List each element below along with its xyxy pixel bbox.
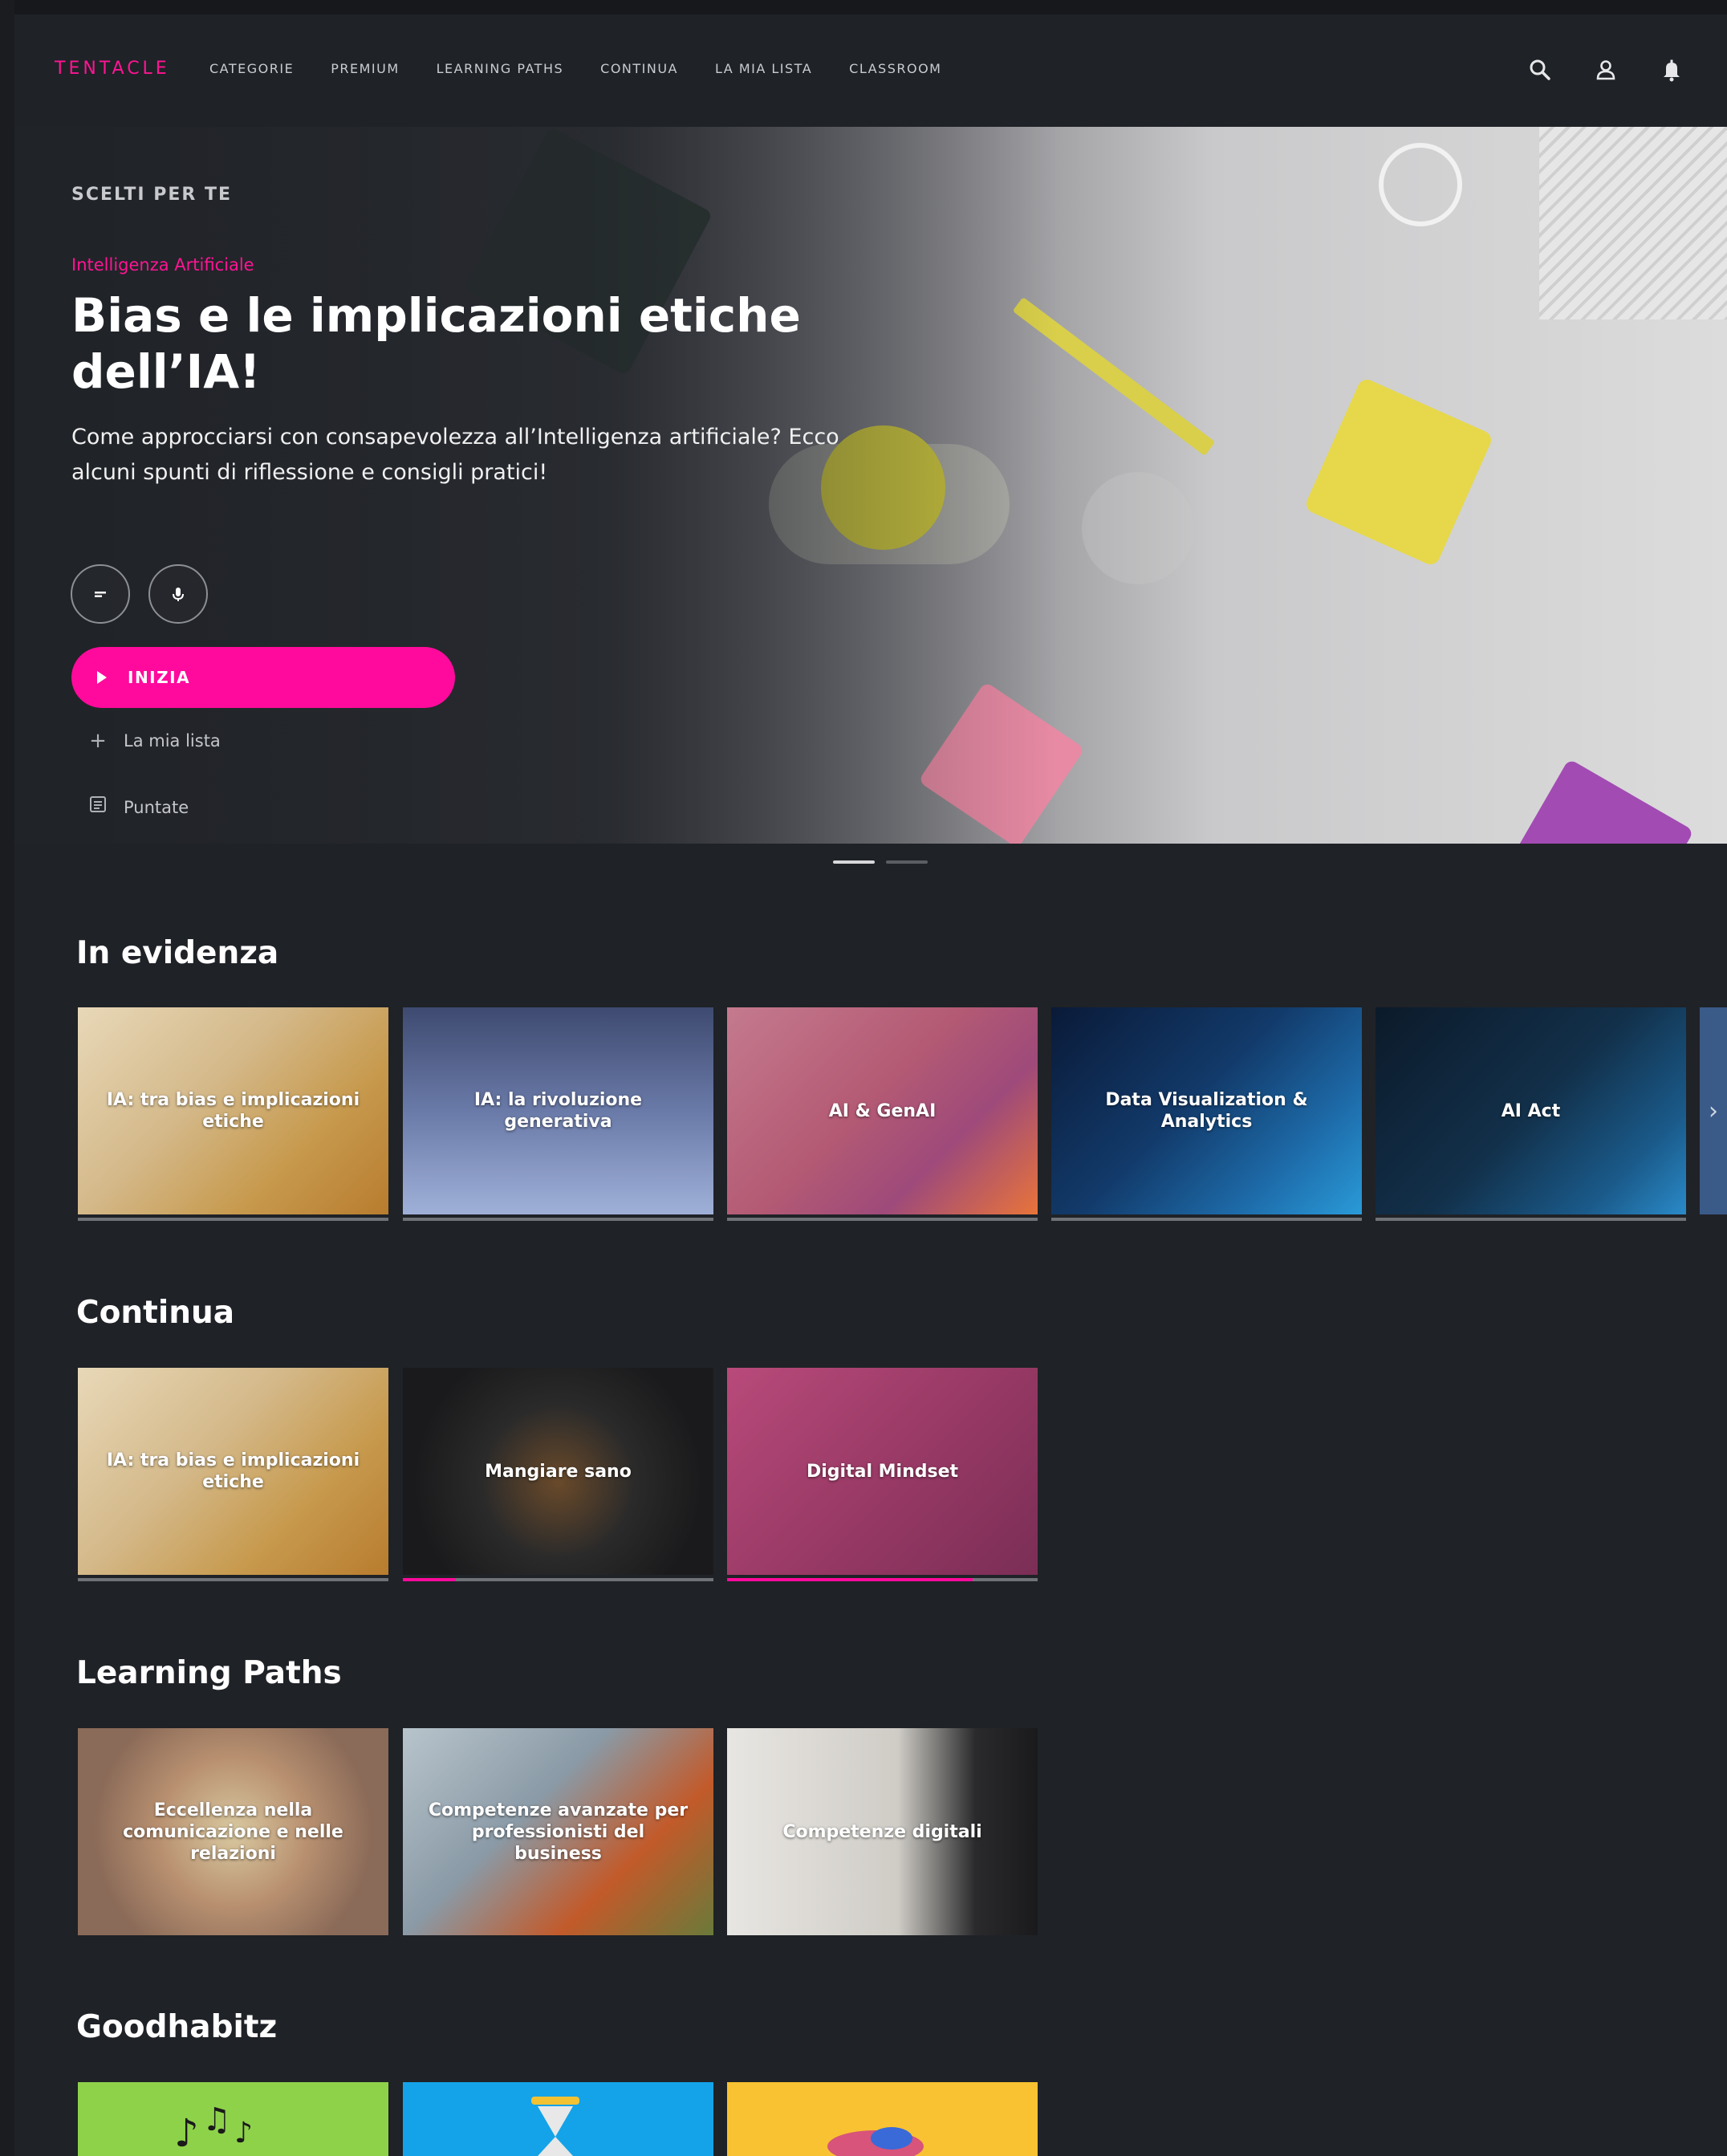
window-left-strip bbox=[0, 0, 14, 2156]
card-progress-track bbox=[1051, 1218, 1362, 1221]
hero-eyebrow: SCELTI PER TE bbox=[71, 185, 233, 205]
featured-card[interactable]: IA: la rivoluzione generativa bbox=[403, 1007, 713, 1214]
section-title-featured: In evidenza bbox=[76, 935, 279, 971]
card-progress-track bbox=[1376, 1218, 1686, 1221]
continue-card[interactable]: Mangiare sano bbox=[403, 1368, 713, 1575]
carousel-dot-1[interactable] bbox=[833, 860, 875, 864]
microphone-icon bbox=[173, 588, 184, 601]
menu-item-continua[interactable]: CONTINUA bbox=[600, 61, 678, 76]
play-icon bbox=[97, 671, 107, 684]
svg-text:♪: ♪ bbox=[234, 2117, 253, 2150]
goodhabitz-card[interactable] bbox=[727, 2082, 1038, 2156]
card-title: Competenze digitali bbox=[782, 1821, 982, 1842]
continue-card[interactable]: Digital Mindset bbox=[727, 1368, 1038, 1575]
section-title-goodhabitz: Goodhabitz bbox=[76, 2009, 278, 2045]
menu-item-classroom[interactable]: CLASSROOM bbox=[849, 61, 941, 76]
music-notes-icon: ♪ ♫ ♪ bbox=[174, 2101, 253, 2156]
card-progress-track bbox=[727, 1578, 1038, 1581]
hero-decor-reset-circle bbox=[1082, 472, 1194, 584]
menu-item-la-mia-lista[interactable]: LA MIA LISTA bbox=[715, 61, 812, 76]
svg-text:♫: ♫ bbox=[202, 2101, 231, 2138]
featured-card[interactable]: IA: tra bias e implicazioni etiche bbox=[78, 1007, 388, 1214]
plus-icon: + bbox=[89, 729, 107, 753]
svg-text:♪: ♪ bbox=[174, 2111, 199, 2156]
continue-card[interactable]: IA: tra bias e implicazioni etiche bbox=[78, 1368, 388, 1575]
subtitles-button[interactable] bbox=[71, 564, 130, 624]
add-to-list-label: La mia lista bbox=[124, 731, 221, 751]
hero-decor-yellow-cube bbox=[1303, 376, 1494, 567]
card-progress-track bbox=[403, 1578, 713, 1581]
hero-category[interactable]: Intelligenza Artificiale bbox=[71, 255, 254, 275]
carousel-dot-2[interactable] bbox=[886, 860, 928, 864]
menu-item-categorie[interactable]: CATEGORIE bbox=[209, 61, 294, 76]
featured-card[interactable]: Data Visualization & Analytics bbox=[1051, 1007, 1362, 1214]
main-menu: CATEGORIE PREMIUM LEARNING PATHS CONTINU… bbox=[209, 61, 978, 76]
card-title: Eccellenza nella comunicazione e nelle r… bbox=[123, 1800, 343, 1864]
start-button-label: INIZIA bbox=[128, 668, 191, 687]
hero-decor-lines bbox=[1539, 127, 1727, 319]
top-navigation: TENTACLE CATEGORIE PREMIUM LEARNING PATH… bbox=[14, 14, 1727, 127]
card-progress-track bbox=[403, 1218, 713, 1221]
card-title: Data Visualization & Analytics bbox=[1105, 1090, 1308, 1132]
hourglass-icon bbox=[531, 2097, 579, 2156]
menu-item-premium[interactable]: PREMIUM bbox=[331, 61, 399, 76]
episodes-button[interactable]: Puntate bbox=[87, 795, 189, 820]
carousel-next-button[interactable]: › bbox=[1700, 1007, 1727, 1214]
hero-decor-check-circle bbox=[1379, 143, 1462, 226]
hero-description: Come approcciarsi con consapevolezza all… bbox=[71, 425, 839, 485]
card-title: AI Act bbox=[1501, 1100, 1561, 1121]
card-title: IA: tra bias e implicazioni etiche bbox=[106, 1090, 360, 1132]
hero-decor-purple-cube bbox=[1497, 759, 1694, 844]
episodes-label: Puntate bbox=[124, 797, 189, 817]
hero-carousel-indicators bbox=[833, 860, 928, 864]
goodhabitz-card[interactable] bbox=[403, 2082, 713, 2156]
featured-card[interactable]: AI Act bbox=[1376, 1007, 1686, 1214]
audio-button[interactable] bbox=[148, 564, 208, 624]
tentacle-logo[interactable]: TENTACLE bbox=[55, 59, 170, 79]
learning-path-card[interactable]: Competenze avanzate per professionisti d… bbox=[403, 1728, 713, 1935]
featured-card[interactable]: AI & GenAI bbox=[727, 1007, 1038, 1214]
nav-icon-group bbox=[1525, 55, 1687, 85]
hero-banner: SCELTI PER TE Intelligenza Artificiale B… bbox=[14, 127, 1727, 844]
add-to-list-button[interactable]: + La mia lista bbox=[87, 729, 221, 753]
card-title: Mangiare sano bbox=[485, 1461, 632, 1482]
subtitles-icon bbox=[95, 592, 106, 597]
card-title: IA: tra bias e implicazioni etiche bbox=[106, 1450, 360, 1492]
episodes-icon bbox=[87, 795, 109, 820]
chevron-right-icon: › bbox=[1709, 1096, 1718, 1125]
search-icon[interactable] bbox=[1525, 55, 1555, 85]
learning-path-card[interactable]: Eccellenza nella comunicazione e nelle r… bbox=[78, 1728, 388, 1935]
bell-icon[interactable] bbox=[1656, 55, 1687, 85]
card-progress-fill bbox=[403, 1578, 456, 1581]
card-progress-fill bbox=[727, 1578, 973, 1581]
section-title-continue: Continua bbox=[76, 1295, 235, 1331]
section-title-learning-paths: Learning Paths bbox=[76, 1655, 342, 1691]
learning-path-card[interactable]: Competenze digitali bbox=[727, 1728, 1038, 1935]
start-button[interactable]: INIZIA bbox=[71, 647, 455, 708]
handshake-icon bbox=[827, 2127, 924, 2156]
hero-title: Bias e le implicazioni etiche dell’IA! bbox=[71, 288, 801, 399]
card-title: AI & GenAI bbox=[828, 1100, 937, 1121]
card-title: IA: la rivoluzione generativa bbox=[473, 1090, 643, 1132]
menu-item-learning-paths[interactable]: LEARNING PATHS bbox=[437, 61, 564, 76]
card-progress-track bbox=[78, 1578, 388, 1581]
card-title: Competenze avanzate per professionisti d… bbox=[428, 1800, 689, 1864]
card-progress-track bbox=[727, 1218, 1038, 1221]
window-top-strip bbox=[0, 0, 1727, 14]
user-icon[interactable] bbox=[1591, 55, 1621, 85]
card-progress-track bbox=[78, 1218, 388, 1221]
card-title: Digital Mindset bbox=[806, 1461, 959, 1482]
goodhabitz-card[interactable]: ♪ ♫ ♪ bbox=[78, 2082, 388, 2156]
